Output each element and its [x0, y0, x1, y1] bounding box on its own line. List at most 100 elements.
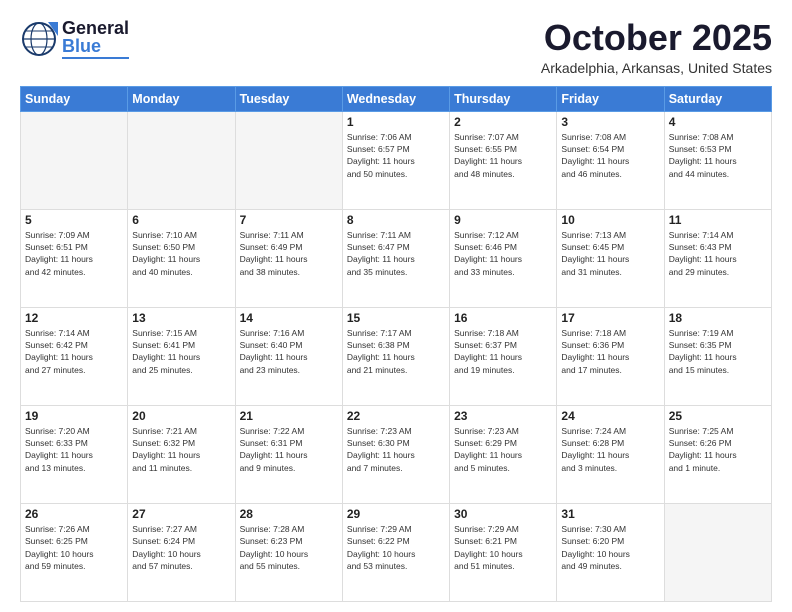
table-row: 19 Sunrise: 7:20 AMSunset: 6:33 PMDayligh…: [21, 405, 128, 503]
day-info: Sunrise: 7:14 AMSunset: 6:42 PMDaylight:…: [25, 327, 123, 376]
calendar-header-row: Sunday Monday Tuesday Wednesday Thursday…: [21, 86, 772, 111]
table-row: 2Sunrise: 7:07 AMSunset: 6:55 PMDaylight…: [450, 111, 557, 209]
table-row: [21, 111, 128, 209]
day-info: Sunrise: 7:23 AMSunset: 6:30 PMDaylight:…: [347, 425, 445, 474]
day-info: Sunrise: 7:08 AMSunset: 6:54 PMDaylight:…: [561, 131, 659, 180]
calendar-week-row: 5Sunrise: 7:09 AMSunset: 6:51 PMDaylight…: [21, 209, 772, 307]
day-number: 28: [240, 507, 338, 521]
day-number: 4: [669, 115, 767, 129]
day-number: 14: [240, 311, 338, 325]
calendar-table: Sunday Monday Tuesday Wednesday Thursday…: [20, 86, 772, 602]
day-number: 29: [347, 507, 445, 521]
logo-blue-text: Blue: [62, 37, 129, 55]
day-info: Sunrise: 7:27 AMSunset: 6:24 PMDaylight:…: [132, 523, 230, 572]
col-sunday: Sunday: [21, 86, 128, 111]
table-row: 4Sunrise: 7:08 AMSunset: 6:53 PMDaylight…: [664, 111, 771, 209]
day-number: 23: [454, 409, 552, 423]
header: General Blue October 2025 Arkadelphia, A…: [20, 18, 772, 76]
table-row: 29 Sunrise: 7:29 AMSunset: 6:22 PMDayligh…: [342, 503, 449, 601]
day-info: Sunrise: 7:23 AMSunset: 6:29 PMDaylight:…: [454, 425, 552, 474]
table-row: 17 Sunrise: 7:18 AMSunset: 6:36 PMDayligh…: [557, 307, 664, 405]
table-row: 8 Sunrise: 7:11 AMSunset: 6:47 PMDaylight…: [342, 209, 449, 307]
day-number: 18: [669, 311, 767, 325]
day-info: Sunrise: 7:13 AMSunset: 6:45 PMDaylight:…: [561, 229, 659, 278]
day-info: Sunrise: 7:30 AMSunset: 6:20 PMDaylight:…: [561, 523, 659, 572]
day-number: 20: [132, 409, 230, 423]
day-info: Sunrise: 7:15 AMSunset: 6:41 PMDaylight:…: [132, 327, 230, 376]
table-row: 26Sunrise: 7:26 AMSunset: 6:25 PMDayligh…: [21, 503, 128, 601]
day-number: 10: [561, 213, 659, 227]
title-block: October 2025 Arkadelphia, Arkansas, Unit…: [541, 18, 772, 76]
day-number: 11: [669, 213, 767, 227]
day-info: Sunrise: 7:25 AMSunset: 6:26 PMDaylight:…: [669, 425, 767, 474]
day-number: 16: [454, 311, 552, 325]
day-info: Sunrise: 7:17 AMSunset: 6:38 PMDaylight:…: [347, 327, 445, 376]
logo-bar: [62, 57, 129, 60]
day-info: Sunrise: 7:28 AMSunset: 6:23 PMDaylight:…: [240, 523, 338, 572]
table-row: 11 Sunrise: 7:14 AMSunset: 6:43 PMDayligh…: [664, 209, 771, 307]
day-number: 30: [454, 507, 552, 521]
day-number: 12: [25, 311, 123, 325]
table-row: 22Sunrise: 7:23 AMSunset: 6:30 PMDayligh…: [342, 405, 449, 503]
day-number: 5: [25, 213, 123, 227]
day-info: Sunrise: 7:14 AMSunset: 6:43 PMDaylight:…: [669, 229, 767, 278]
table-row: 7Sunrise: 7:11 AMSunset: 6:49 PMDaylight…: [235, 209, 342, 307]
day-info: Sunrise: 7:18 AMSunset: 6:37 PMDaylight:…: [454, 327, 552, 376]
calendar-week-row: 26Sunrise: 7:26 AMSunset: 6:25 PMDayligh…: [21, 503, 772, 601]
table-row: [664, 503, 771, 601]
day-info: Sunrise: 7:26 AMSunset: 6:25 PMDaylight:…: [25, 523, 123, 572]
day-number: 24: [561, 409, 659, 423]
day-info: Sunrise: 7:20 AMSunset: 6:33 PMDaylight:…: [25, 425, 123, 474]
table-row: 10 Sunrise: 7:13 AMSunset: 6:45 PMDayligh…: [557, 209, 664, 307]
day-number: 8: [347, 213, 445, 227]
table-row: 1 Sunrise: 7:06 AMSunset: 6:57 PMDaylight…: [342, 111, 449, 209]
day-number: 27: [132, 507, 230, 521]
table-row: 15 Sunrise: 7:17 AMSunset: 6:38 PMDayligh…: [342, 307, 449, 405]
month-title: October 2025: [541, 18, 772, 58]
table-row: 16 Sunrise: 7:18 AMSunset: 6:37 PMDayligh…: [450, 307, 557, 405]
table-row: 20 Sunrise: 7:21 AMSunset: 6:32 PMDayligh…: [128, 405, 235, 503]
day-number: 1: [347, 115, 445, 129]
day-info: Sunrise: 7:10 AMSunset: 6:50 PMDaylight:…: [132, 229, 230, 278]
table-row: 21 Sunrise: 7:22 AMSunset: 6:31 PMDayligh…: [235, 405, 342, 503]
day-info: Sunrise: 7:06 AMSunset: 6:57 PMDaylight:…: [347, 131, 445, 180]
table-row: 12 Sunrise: 7:14 AMSunset: 6:42 PMDayligh…: [21, 307, 128, 405]
day-number: 17: [561, 311, 659, 325]
col-saturday: Saturday: [664, 86, 771, 111]
day-number: 21: [240, 409, 338, 423]
day-number: 25: [669, 409, 767, 423]
table-row: 27 Sunrise: 7:27 AMSunset: 6:24 PMDayligh…: [128, 503, 235, 601]
day-info: Sunrise: 7:19 AMSunset: 6:35 PMDaylight:…: [669, 327, 767, 376]
table-row: 23 Sunrise: 7:23 AMSunset: 6:29 PMDayligh…: [450, 405, 557, 503]
calendar-week-row: 1 Sunrise: 7:06 AMSunset: 6:57 PMDaylight…: [21, 111, 772, 209]
col-wednesday: Wednesday: [342, 86, 449, 111]
day-number: 13: [132, 311, 230, 325]
day-info: Sunrise: 7:18 AMSunset: 6:36 PMDaylight:…: [561, 327, 659, 376]
day-info: Sunrise: 7:12 AMSunset: 6:46 PMDaylight:…: [454, 229, 552, 278]
logo-general-text: General: [62, 19, 129, 37]
table-row: 9Sunrise: 7:12 AMSunset: 6:46 PMDaylight…: [450, 209, 557, 307]
table-row: [235, 111, 342, 209]
day-number: 15: [347, 311, 445, 325]
day-number: 31: [561, 507, 659, 521]
day-info: Sunrise: 7:11 AMSunset: 6:47 PMDaylight:…: [347, 229, 445, 278]
day-info: Sunrise: 7:22 AMSunset: 6:31 PMDaylight:…: [240, 425, 338, 474]
logo-name: General Blue: [62, 19, 129, 60]
day-info: Sunrise: 7:29 AMSunset: 6:22 PMDaylight:…: [347, 523, 445, 572]
table-row: 18 Sunrise: 7:19 AMSunset: 6:35 PMDayligh…: [664, 307, 771, 405]
table-row: 25 Sunrise: 7:25 AMSunset: 6:26 PMDayligh…: [664, 405, 771, 503]
location: Arkadelphia, Arkansas, United States: [541, 60, 772, 76]
table-row: 6Sunrise: 7:10 AMSunset: 6:50 PMDaylight…: [128, 209, 235, 307]
col-monday: Monday: [128, 86, 235, 111]
table-row: 31 Sunrise: 7:30 AMSunset: 6:20 PMDayligh…: [557, 503, 664, 601]
day-info: Sunrise: 7:21 AMSunset: 6:32 PMDaylight:…: [132, 425, 230, 474]
table-row: 14Sunrise: 7:16 AMSunset: 6:40 PMDayligh…: [235, 307, 342, 405]
table-row: 5Sunrise: 7:09 AMSunset: 6:51 PMDaylight…: [21, 209, 128, 307]
col-thursday: Thursday: [450, 86, 557, 111]
day-info: Sunrise: 7:29 AMSunset: 6:21 PMDaylight:…: [454, 523, 552, 572]
day-number: 19: [25, 409, 123, 423]
table-row: [128, 111, 235, 209]
day-number: 2: [454, 115, 552, 129]
day-info: Sunrise: 7:11 AMSunset: 6:49 PMDaylight:…: [240, 229, 338, 278]
table-row: 13 Sunrise: 7:15 AMSunset: 6:41 PMDayligh…: [128, 307, 235, 405]
